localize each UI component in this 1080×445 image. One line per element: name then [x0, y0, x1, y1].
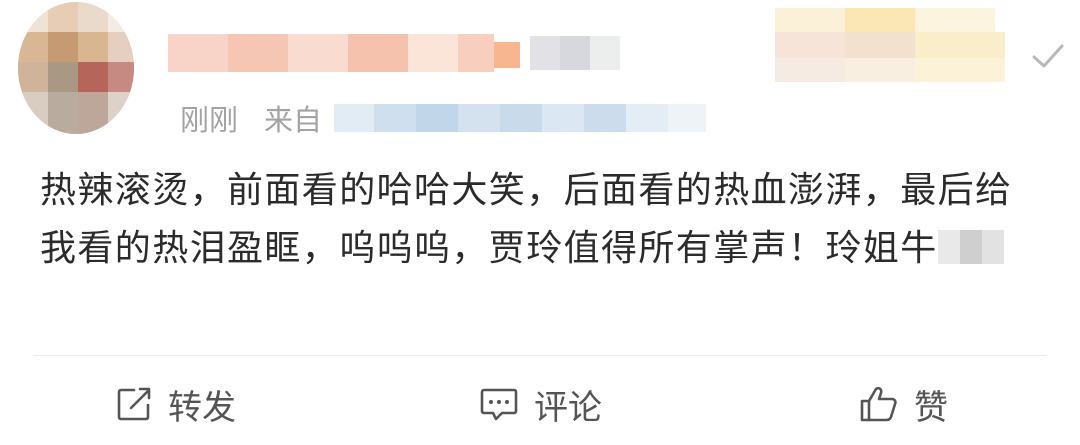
repost-label: 转发 — [168, 387, 236, 428]
repost-button[interactable]: 转发 — [114, 384, 236, 428]
post-meta: 刚刚 来自 — [180, 98, 707, 138]
share-edit-icon — [117, 387, 151, 421]
username-obscured[interactable] — [168, 30, 628, 76]
like-button[interactable]: 赞 — [858, 384, 948, 428]
weibo-post: 刚刚 来自 热辣滚烫，前面看的哈哈大笑，后面看的热血澎湃，最后给我看的热泪盈眶，… — [0, 0, 1080, 445]
avatar[interactable] — [18, 2, 134, 134]
post-content: 热辣滚烫，前面看的哈哈大笑，后面看的热血澎湃，最后给我看的热泪盈眶，呜呜呜，贾玲… — [40, 162, 1048, 278]
checkmark-icon[interactable] — [1030, 38, 1066, 74]
source-prefix: 来自 — [264, 103, 323, 137]
like-label: 赞 — [914, 387, 948, 428]
action-bar: 转发 评论 赞 — [0, 356, 1080, 445]
thumbs-up-icon — [860, 386, 897, 422]
source-device-obscured[interactable] — [334, 100, 707, 136]
comment-bubble-icon — [480, 388, 518, 421]
member-badge-obscured — [765, 0, 1020, 90]
comment-label: 评论 — [534, 387, 602, 428]
comment-button[interactable]: 评论 — [478, 384, 602, 428]
post-time: 刚刚 — [180, 103, 239, 137]
post-text: 热辣滚烫，前面看的哈哈大笑，后面看的热血澎湃，最后给我看的热泪盈眶，呜呜呜，贾玲… — [40, 170, 1013, 269]
obscured-text — [937, 230, 1004, 264]
